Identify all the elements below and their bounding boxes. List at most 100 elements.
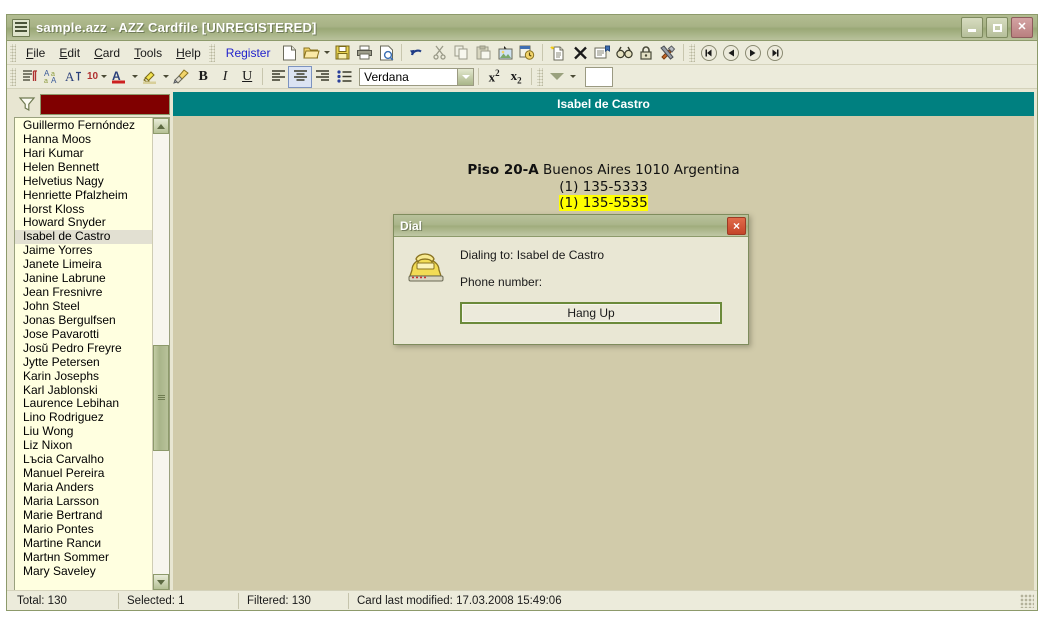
menu-help[interactable]: Help — [169, 43, 208, 63]
align-left-icon[interactable] — [267, 67, 289, 87]
list-item[interactable]: Mario Pontes — [15, 523, 152, 537]
font-name-combo[interactable]: Verdana — [359, 67, 475, 86]
font-color-dropdown-arrow[interactable] — [130, 67, 139, 87]
list-item[interactable]: Liz Nixon — [15, 439, 152, 453]
menu-card[interactable]: Card — [87, 43, 127, 63]
superscript-icon[interactable]: x2 — [483, 67, 505, 87]
print-preview-icon[interactable] — [375, 43, 397, 63]
bold-icon[interactable]: B — [192, 67, 214, 87]
menu-tools[interactable]: Tools — [127, 43, 169, 63]
list-item[interactable]: Henriette Pfalzheim — [15, 189, 152, 203]
scrollbar-thumb[interactable] — [153, 345, 169, 451]
underline-icon[interactable]: U — [236, 67, 258, 87]
list-item[interactable]: Janete Limeira — [15, 258, 152, 272]
new-file-icon[interactable] — [278, 43, 300, 63]
paste-icon[interactable] — [472, 43, 494, 63]
save-icon[interactable] — [331, 43, 353, 63]
paragraph-mark-icon[interactable] — [19, 67, 41, 87]
find-icon[interactable] — [613, 43, 635, 63]
change-case-icon[interactable]: AaaA — [41, 67, 63, 87]
scroll-down-button[interactable] — [153, 574, 169, 590]
list-item[interactable]: Lino Rodriguez — [15, 411, 152, 425]
name-list[interactable]: Guillermo Fernóndez Hanna Moos Hari Kumar H… — [15, 118, 152, 590]
list-item[interactable]: Josŭ Pedro Freyre — [15, 342, 152, 356]
scrollbar-track[interactable] — [153, 134, 169, 574]
background-color-swatch[interactable] — [585, 66, 614, 87]
next-card-icon[interactable] — [742, 43, 764, 63]
card-text-block[interactable]: Piso 20-A Buenos Aires 1010 Argentina (1… — [173, 116, 1034, 228]
list-item[interactable]: Jytte Petersen — [15, 356, 152, 370]
list-item[interactable]: Jonas Bergulfsen — [15, 314, 152, 328]
scroll-up-button[interactable] — [153, 118, 169, 134]
list-item[interactable]: Jaime Yorres — [15, 244, 152, 258]
menu-file[interactable]: File — [19, 43, 52, 63]
font-size-label[interactable]: 10 — [85, 71, 99, 82]
list-item[interactable]: Horst Kloss — [15, 203, 152, 217]
list-item[interactable]: Liu Wong — [15, 425, 152, 439]
open-folder-icon[interactable] — [300, 43, 322, 63]
search-input[interactable] — [40, 93, 170, 115]
maximize-button[interactable] — [986, 17, 1008, 38]
list-item[interactable]: Lъcia Carvalho — [15, 453, 152, 467]
list-item[interactable]: Jose Pavarotti — [15, 328, 152, 342]
highlight-color-icon[interactable] — [139, 67, 161, 87]
tools-icon[interactable] — [657, 43, 679, 63]
format-painter-icon[interactable] — [170, 67, 192, 87]
resize-grip[interactable] — [1020, 593, 1034, 608]
style-dropdown-arrow[interactable] — [546, 67, 568, 87]
last-card-icon[interactable] — [764, 43, 786, 63]
font-size-dropdown-arrow[interactable] — [99, 67, 108, 87]
print-icon[interactable] — [353, 43, 375, 63]
align-center-icon[interactable] — [288, 65, 313, 88]
insert-datetime-icon[interactable] — [516, 43, 538, 63]
open-dropdown-arrow[interactable] — [322, 43, 331, 63]
font-name-dropdown-arrow[interactable] — [457, 68, 474, 85]
list-item[interactable]: Manuel Pereira — [15, 467, 152, 481]
list-item[interactable]: Janine Labrune — [15, 272, 152, 286]
insert-image-icon[interactable] — [494, 43, 516, 63]
format-toolbar-grip-2[interactable] — [537, 67, 544, 86]
toolbar-grip[interactable] — [10, 43, 16, 62]
register-button[interactable]: Register — [218, 43, 279, 63]
highlight-dropdown-arrow[interactable] — [161, 67, 170, 87]
list-item[interactable]: Jean Fresnivre — [15, 286, 152, 300]
list-item[interactable]: Martнn Sommer — [15, 551, 152, 565]
format-toolbar-grip[interactable] — [10, 67, 16, 86]
toolbar-grip-2[interactable] — [208, 43, 215, 62]
italic-icon[interactable]: I — [214, 67, 236, 87]
list-item[interactable]: Isabel de Castro — [15, 230, 152, 245]
menu-edit[interactable]: Edit — [52, 43, 87, 63]
font-icon[interactable]: A — [63, 67, 85, 87]
undo-icon[interactable] — [406, 43, 428, 63]
delete-card-icon[interactable] — [569, 43, 591, 63]
list-item[interactable]: Martine Rancи — [15, 537, 152, 551]
new-card-icon[interactable] — [547, 43, 569, 63]
list-item[interactable]: Marie Bertrand — [15, 509, 152, 523]
filter-funnel-icon[interactable] — [14, 93, 40, 115]
list-item[interactable]: Maria Anders — [15, 481, 152, 495]
lock-icon[interactable] — [635, 43, 657, 63]
list-scrollbar[interactable] — [152, 118, 169, 590]
list-item[interactable]: Helvetius Nagy — [15, 175, 152, 189]
list-item[interactable]: Laurence Lebihan — [15, 397, 152, 411]
list-item[interactable]: John Steel — [15, 300, 152, 314]
list-item[interactable]: Hari Kumar — [15, 147, 152, 161]
first-card-icon[interactable] — [698, 43, 720, 63]
list-item[interactable]: Howard Snyder — [15, 216, 152, 230]
list-item[interactable]: Guillermo Fernóndez — [15, 119, 152, 133]
list-item[interactable]: Karin Josephs — [15, 370, 152, 384]
card-properties-icon[interactable] — [591, 43, 613, 63]
list-item[interactable]: Maria Larsson — [15, 495, 152, 509]
list-item[interactable]: Karl Jablonski — [15, 384, 152, 398]
minimize-button[interactable] — [961, 17, 983, 38]
font-color-icon[interactable]: A — [108, 67, 130, 87]
list-item[interactable]: Helen Bennett — [15, 161, 152, 175]
toolbar-grip-3[interactable] — [689, 43, 696, 62]
close-button[interactable]: ✕ — [1011, 17, 1033, 38]
list-item[interactable]: Mary Saveley — [15, 565, 152, 579]
copy-icon[interactable] — [450, 43, 472, 63]
align-right-icon[interactable] — [311, 67, 333, 87]
dial-close-icon[interactable]: × — [727, 216, 746, 235]
bullet-list-icon[interactable] — [333, 67, 355, 87]
card-content[interactable]: Piso 20-A Buenos Aires 1010 Argentina (1… — [173, 116, 1034, 590]
